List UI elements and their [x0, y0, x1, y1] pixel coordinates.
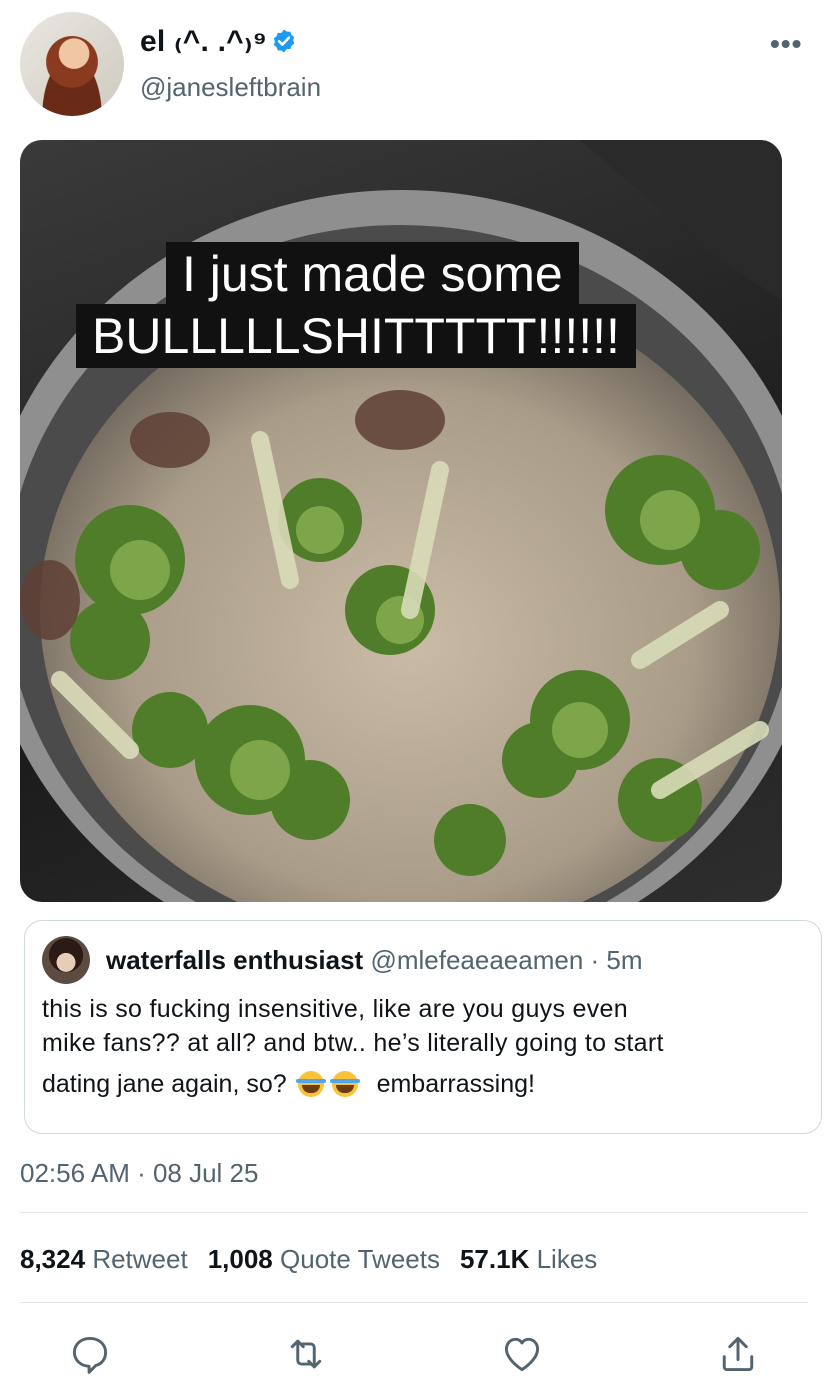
quoted-text-line1: this is so fucking insensitive, like are… [42, 995, 628, 1023]
quoted-text-line3-end: embarrassing! [376, 1070, 535, 1098]
more-dots-icon[interactable]: ••• [770, 28, 802, 60]
quoted-author-line: waterfalls enthusiast @mlefeaeaeamen · 5… [106, 945, 643, 976]
laughing-emoji-icon [329, 1071, 360, 1097]
retweets-count: 8,324 [20, 1244, 86, 1274]
quoted-time: · 5m [590, 945, 643, 975]
author-avatar[interactable] [20, 12, 124, 116]
share-icon [722, 1336, 754, 1372]
tweet-timestamp[interactable]: 02:56 AM · 08 Jul 25 [20, 1158, 258, 1189]
quoted-text: this is so fucking insensitive, like are… [42, 992, 802, 1060]
quotes-stat[interactable]: 1,008 Quote Tweets [208, 1244, 460, 1274]
quoted-text-line2: mike fans?? at all? and btw.. he’s liter… [42, 1029, 664, 1057]
engagement-stats: 8,324 Retweet 1,008 Quote Tweets 57.1K Lik… [20, 1244, 617, 1275]
quoted-author-name: waterfalls enthusiast [106, 945, 364, 975]
laughing-emoji-icon [295, 1071, 326, 1097]
likes-stat[interactable]: 57.1K Likes [460, 1244, 617, 1274]
divider [20, 1212, 808, 1213]
quoted-text-line3-start: dating jane again, so? [42, 1070, 287, 1098]
quoted-author-handle: @mlefeaeaeamen [370, 945, 584, 975]
image-caption-line2: BULLLLLSHITTTTT!!!!!! [76, 304, 636, 368]
heart-icon [504, 1337, 540, 1372]
retweets-label: Retweet [92, 1244, 188, 1274]
display-name-text: el ₍^. .^₎⁹ [140, 25, 268, 58]
likes-label: Likes [536, 1244, 598, 1274]
author-handle[interactable]: @janesleftbrain [140, 72, 321, 103]
author-display-name[interactable]: el ₍^. .^₎⁹ [140, 24, 297, 59]
like-button[interactable] [500, 1332, 544, 1376]
retweets-stat[interactable]: 8,324 Retweet [20, 1244, 208, 1274]
quotes-count: 1,008 [207, 1244, 273, 1274]
tweet-image[interactable]: I just made some BULLLLLSHITTTTT!!!!!! [20, 140, 782, 902]
image-caption-line1: I just made some [166, 242, 579, 306]
likes-count: 57.1K [459, 1244, 530, 1274]
share-button[interactable] [716, 1332, 760, 1376]
speech-bubble-icon [72, 1336, 108, 1374]
quoted-author-avatar [42, 936, 90, 984]
quotes-label: Quote Tweets [280, 1244, 440, 1274]
verified-badge-icon [273, 29, 295, 53]
reply-button[interactable] [68, 1332, 112, 1376]
retweet-button[interactable] [284, 1332, 328, 1376]
quoted-text-line3: dating jane again, so? embarrassing! [42, 1070, 535, 1099]
divider [20, 1302, 808, 1303]
retweet-icon [290, 1339, 322, 1369]
